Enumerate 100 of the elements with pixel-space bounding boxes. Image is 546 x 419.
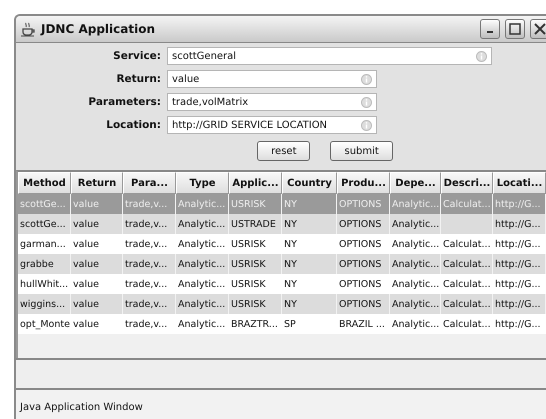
table-cell: Calculat... [441,194,493,214]
table-cell: USRISK [229,294,282,314]
table-cell: Analytic... [176,274,229,294]
table-cell: NY [282,294,337,314]
table-cell: USRISK [229,234,282,254]
table-cell: Analytic... [390,274,441,294]
table-cell: BRAZTR... [229,314,282,334]
table-cell: http://G... [493,294,546,314]
table-cell: trade,v... [123,214,176,234]
close-button[interactable] [530,19,546,39]
table-cell: http://G... [493,194,546,214]
table-cell: trade,v... [123,274,176,294]
table-cell: Calculat... [441,294,493,314]
table-cell: value [71,254,123,274]
table-cell: OPTIONS [337,194,390,214]
table-cell: OPTIONS [337,234,390,254]
submit-button[interactable]: submit [330,141,393,161]
info-icon [361,74,372,84]
table-cell: NY [282,214,337,234]
table-cell: value [71,294,123,314]
table-cell: NY [282,234,337,254]
table-cell: grabbe [18,254,71,274]
table-cell: Calculat... [441,314,493,334]
table-cell: USRISK [229,254,282,274]
coffee-cup-icon [20,21,36,37]
table-cell: http://G... [493,274,546,294]
table-cell: wiggins... [18,294,71,314]
table-cell: Analytic... [176,254,229,274]
table-cell: Analytic... [390,294,441,314]
column-header[interactable]: Applic... [229,172,282,194]
maximize-icon [509,23,521,35]
column-header[interactable]: Depe... [390,172,441,194]
field-label: Location: [105,119,161,131]
table-cell: scottGe... [18,214,71,234]
table-cell: NY [282,254,337,274]
column-header[interactable]: Method [18,172,71,194]
table-cell: USRISK [229,194,282,214]
table-cell: OPTIONS [337,274,390,294]
info-icon [361,96,372,108]
column-header[interactable]: Type [176,172,229,194]
column-header[interactable]: Locati... [493,172,546,194]
table-cell: hullWhit... [18,274,71,294]
table-cell: value [71,314,123,334]
table-cell: Calculat... [441,254,493,274]
text-field[interactable]: trade,volMatrix [167,93,377,111]
text-field[interactable]: http://GRID SERVICE LOCATION [167,116,377,134]
table-cell: trade,v... [123,254,176,274]
table-cell: garman... [18,234,71,254]
table-cell: http://G... [493,234,546,254]
field-label: Return: [115,73,161,85]
table-cell: OPTIONS [337,254,390,274]
info-icon [361,120,372,130]
table-cell: http://G... [493,314,546,334]
table-cell: Analytic... [390,214,441,234]
table-cell: value [71,274,123,294]
column-header[interactable]: Produ... [337,172,390,194]
table-cell: value [71,234,123,254]
table-cell [441,214,493,234]
status-text: Java Application Window [20,402,143,413]
table-cell: Analytic... [390,194,441,214]
table-cell: Analytic... [176,294,229,314]
table-cell: Analytic... [176,194,229,214]
table-cell: trade,v... [123,314,176,334]
table-cell: NY [282,194,337,214]
table-cell: NY [282,274,337,294]
table-cell: http://G... [493,214,546,234]
column-header[interactable]: Country [282,172,337,194]
table-cell: USRISK [229,274,282,294]
field-label: Parameters: [87,96,161,108]
field-label: Service: [112,50,161,62]
reset-button[interactable]: reset [257,141,310,161]
table-cell: BRAZIL ... [337,314,390,334]
maximize-button[interactable] [505,19,525,39]
table-cell: Analytic... [176,314,229,334]
table-cell: Analytic... [176,214,229,234]
table-cell: Analytic... [390,254,441,274]
window-title: JDNC Application [41,22,156,36]
table-cell: value [71,214,123,234]
table-cell: trade,v... [123,234,176,254]
minimize-button[interactable] [480,19,500,39]
table-cell: scottGe... [18,194,71,214]
column-header[interactable]: Para... [123,172,176,194]
text-field[interactable]: value [167,70,377,88]
text-field[interactable]: scottGeneral [167,47,492,65]
table-cell: Analytic... [176,234,229,254]
table-cell: OPTIONS [337,214,390,234]
table-cell: trade,v... [123,194,176,214]
table-cell: Analytic... [390,234,441,254]
column-header[interactable]: Return [71,172,123,194]
close-icon [534,23,546,35]
table-cell: Analytic... [390,314,441,334]
table-cell: opt_Monte [18,314,71,334]
table-cell: SP [282,314,337,334]
table-cell: Calculat... [441,274,493,294]
table-cell: value [71,194,123,214]
info-icon [476,50,487,62]
table-cell: http://G... [493,254,546,274]
column-header[interactable]: Descri... [441,172,493,194]
table-cell: USTRADE [229,214,282,234]
table-cell: Calculat... [441,234,493,254]
